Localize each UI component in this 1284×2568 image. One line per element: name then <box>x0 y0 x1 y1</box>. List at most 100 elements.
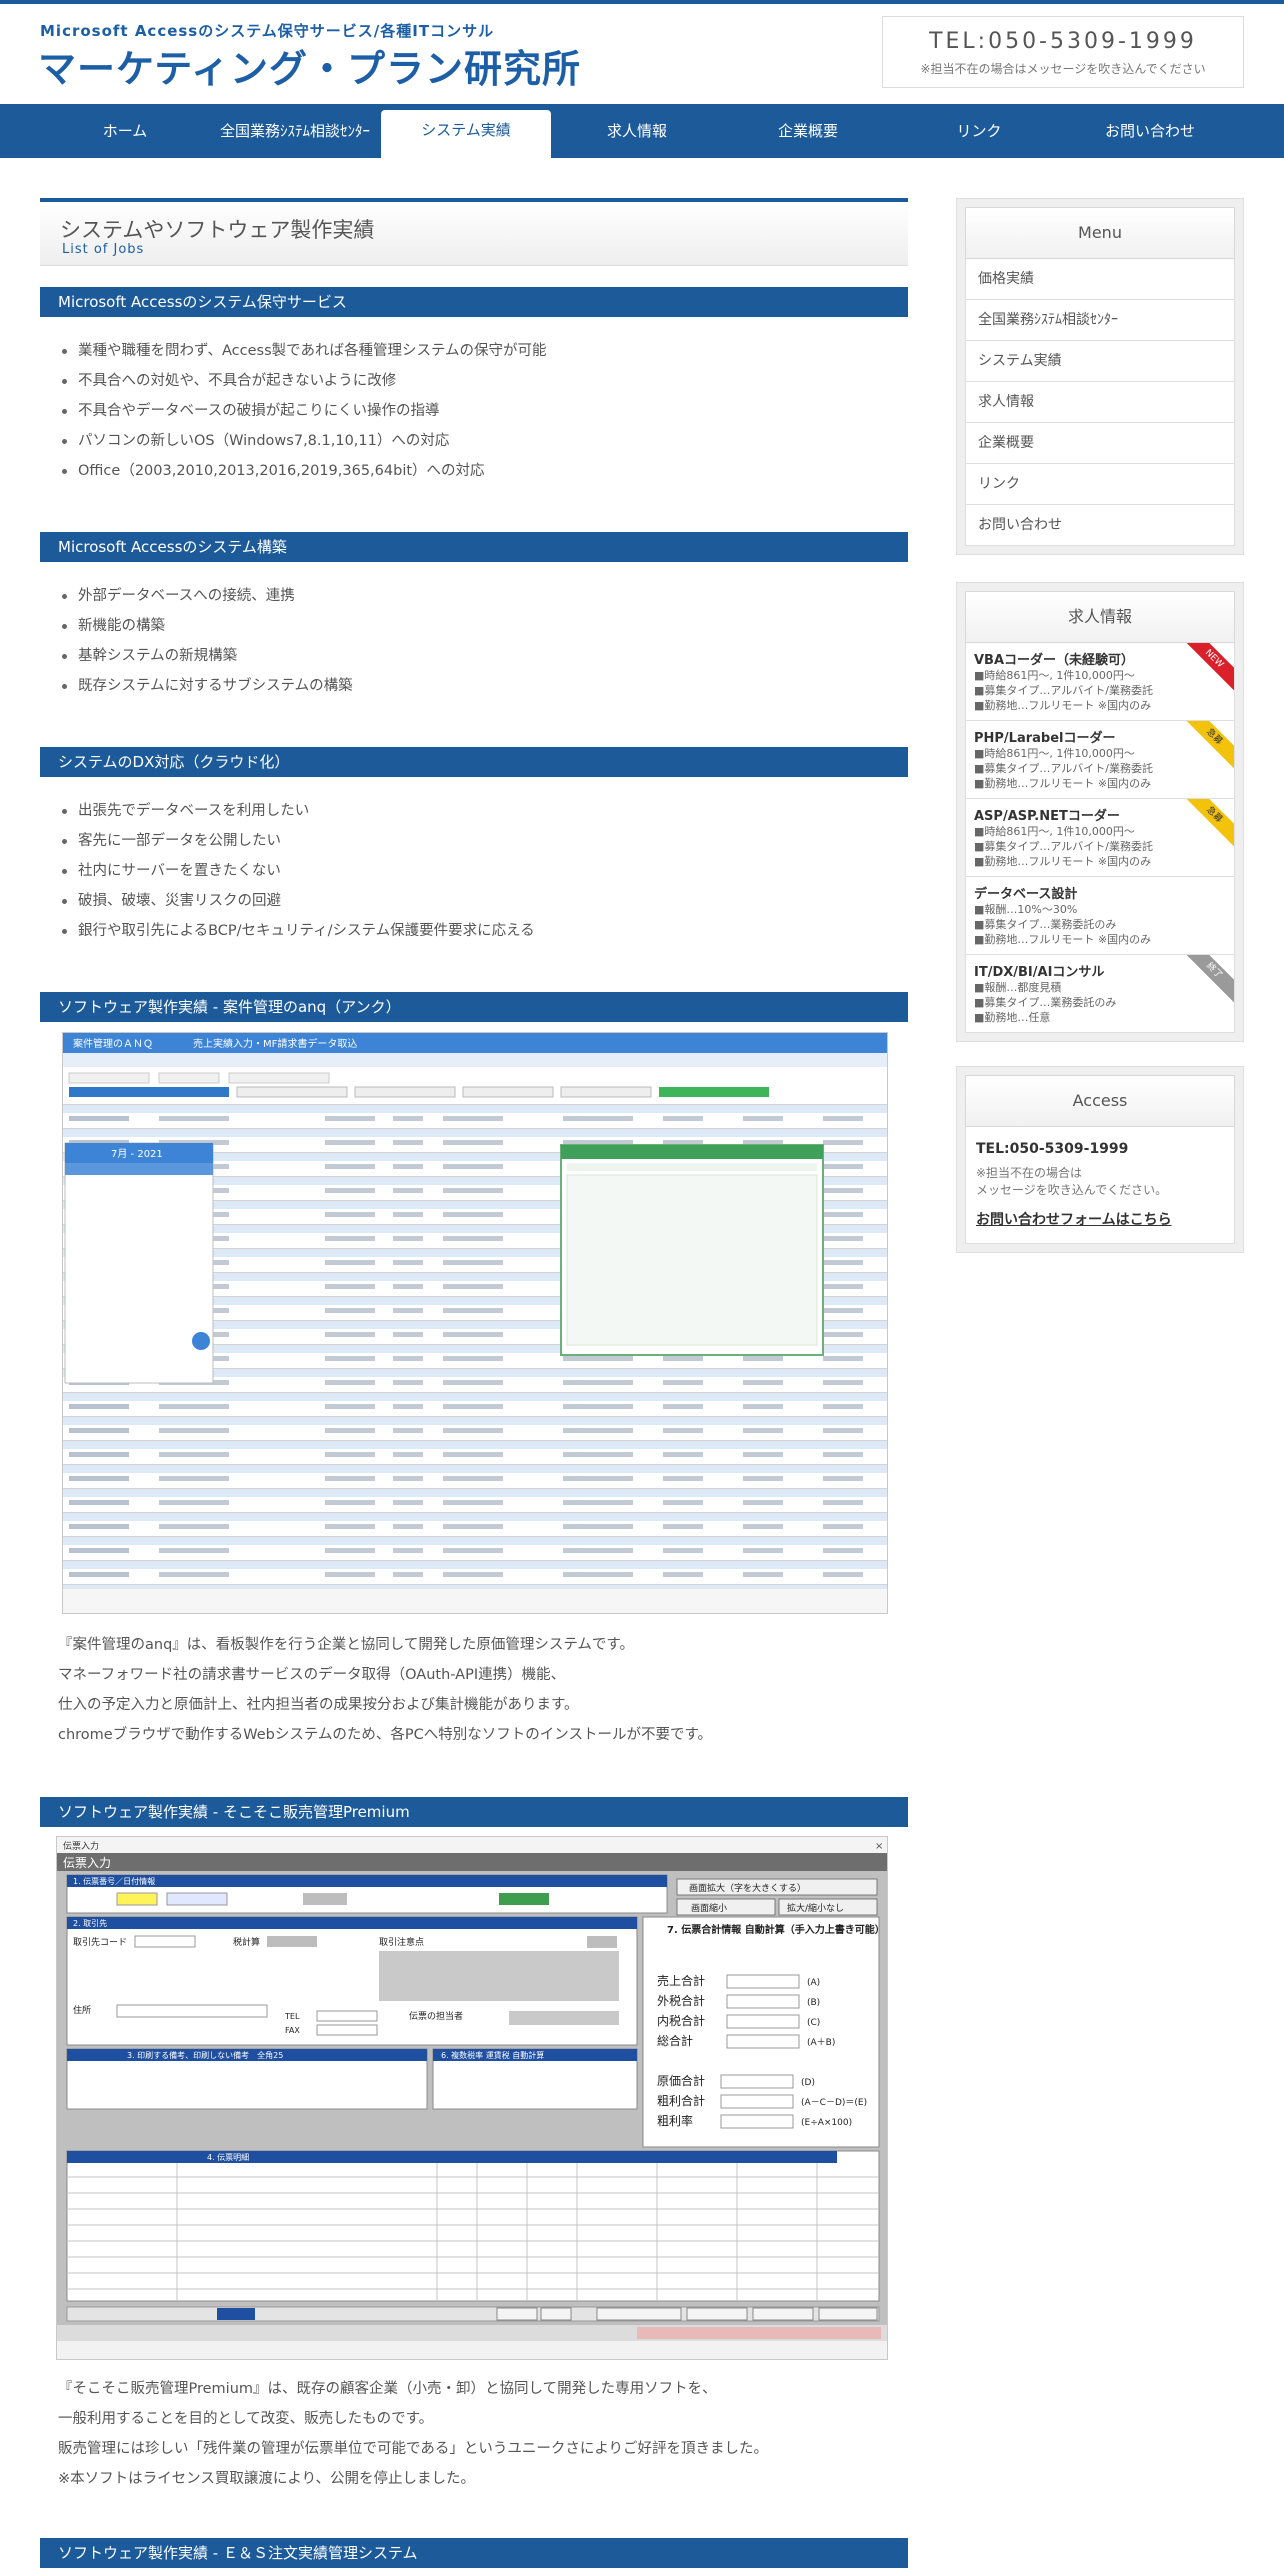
profit-label: 粗利合計 <box>657 2093 705 2108</box>
job-detail: ■勤務地…フルリモート ※国内のみ <box>974 933 1152 946</box>
sidebar-item-links[interactable]: リンク <box>965 464 1235 505</box>
sidebar-item-system-results[interactable]: システム実績 <box>965 341 1235 382</box>
list-item: パソコンの新しいOS（Windows7,8.1,10,11）への対応 <box>62 426 547 456</box>
sidebar-access-title: Access <box>965 1075 1235 1127</box>
job-detail: ■募集タイプ…業務委託のみ <box>974 996 1117 1009</box>
profit-code: (A－C－D)＝(E) <box>801 2098 867 2108</box>
form-header: 伝票入力 <box>63 1856 111 1870</box>
nav-system-results[interactable]: システム実績 <box>381 110 551 158</box>
job-detail: ■募集タイプ…アルバイト/業務委託 <box>974 684 1153 697</box>
sidebar-jobs-title: 求人情報 <box>965 591 1235 643</box>
site-logo[interactable]: マーケティング・プラン研究所 <box>38 38 581 93</box>
sidebar-item-company[interactable]: 企業概要 <box>965 423 1235 464</box>
description-line: 仕入の予定入力と原価計上、社内担当者の成果按分および集計機能があります。 <box>58 1697 579 1713</box>
field-label: TEL <box>284 2012 300 2021</box>
header-tel: TEL:050-5309-1999 <box>929 29 1197 54</box>
section-heading: システムのDX対応（クラウド化） <box>40 747 908 777</box>
description-line: 『案件管理のanq』は、看板製作を行う企業と協同して開発した原価管理システムです… <box>58 1637 634 1653</box>
zoom-out-button[interactable]: 画面縮小 <box>691 1902 727 1914</box>
access-note: ※担当不在の場合は <box>976 1166 1083 1180</box>
description-line: 『そこそこ販売管理Premium』は、既存の顧客企業（小売・卸）と協同して開発し… <box>58 2381 717 2397</box>
job-listing[interactable]: IT/DX/BI/AIコンサル ■報酬…都度見積 ■募集タイプ…業務委託のみ ■… <box>965 955 1235 1033</box>
job-title: PHP/Larabelコーダー <box>974 731 1116 746</box>
nav-jobs[interactable]: 求人情報 <box>552 104 722 158</box>
window-close-icon[interactable]: × <box>875 1841 883 1852</box>
sokoso-description: 『そこそこ販売管理Premium』は、既存の顧客企業（小売・卸）と協同して開発し… <box>58 2374 768 2494</box>
list-item: 新機能の構築 <box>62 611 353 641</box>
list-item: 不具合への対処や、不具合が起きないように改修 <box>62 366 547 396</box>
nav-home[interactable]: ホーム <box>40 104 210 158</box>
job-detail: ■募集タイプ…業務委託のみ <box>974 918 1117 931</box>
nav-links[interactable]: リンク <box>894 104 1064 158</box>
job-detail: ■報酬…10%～30% <box>974 903 1078 916</box>
sidebar-access: Access TEL:050-5309-1999 ※担当不在の場合は メッセージ… <box>956 1066 1244 1253</box>
page-subtitle: List of Jobs <box>62 242 145 257</box>
total-code: (B) <box>807 1998 820 2008</box>
contact-form-link[interactable]: お問い合わせフォームはこちら <box>976 1209 1224 1229</box>
job-title: データベース設計 <box>974 887 1078 902</box>
anq-screenshot: 案件管理のＡＮＱ 売上実績入力・MF請求書データ取込 7月 - 2021 <box>62 1032 888 1614</box>
bullet-list: 出張先でデータベースを利用したい 客先に一部データを公開したい 社内にサーバーを… <box>62 796 535 946</box>
description-line: マネーフォワード社の請求書サービスのデータ取得（OAuth-API連携）機能、 <box>58 1667 566 1683</box>
list-item: 出張先でデータベースを利用したい <box>62 796 535 826</box>
field-label: 税計算 <box>233 1936 260 1948</box>
total-label: 内税合計 <box>657 2013 705 2028</box>
top-accent-line <box>0 0 1284 4</box>
description-line: chromeブラウザで動作するWebシステムのため、各PCへ特別なソフトのインス… <box>58 1727 713 1743</box>
list-item: 破損、破壊、災害リスクの回避 <box>62 886 535 916</box>
profit-code: (D) <box>801 2078 815 2088</box>
job-detail: ■勤務地…フルリモート ※国内のみ <box>974 777 1152 790</box>
total-code: (A) <box>807 1978 820 1988</box>
profit-code: (E÷A×100) <box>801 2118 852 2128</box>
sidebar-jobs: 求人情報 VBAコーダー（未経験可） ■時給861円～, 1件10,000円～ … <box>956 582 1244 1042</box>
calendar-month: 7月 - 2021 <box>111 1148 163 1160</box>
list-item: 基幹システムの新規構築 <box>62 641 353 671</box>
list-item: 既存システムに対するサブシステムの構築 <box>62 671 353 701</box>
sidebar-menu-title: Menu <box>965 207 1235 259</box>
field-label: 取引注意点 <box>379 1936 424 1948</box>
field-label: 取引先コード <box>73 1936 127 1948</box>
total-label: 売上合計 <box>657 1973 705 1988</box>
nav-contact[interactable]: お問い合わせ <box>1065 104 1235 158</box>
access-body: TEL:050-5309-1999 ※担当不在の場合は メッセージを吹き込んでく… <box>965 1127 1235 1244</box>
total-label: 外税合計 <box>657 1993 705 2008</box>
nav-company[interactable]: 企業概要 <box>723 104 893 158</box>
field-label: 住所 <box>73 2004 91 2016</box>
total-code: (A＋B) <box>807 2037 835 2048</box>
field-label: FAX <box>285 2026 300 2035</box>
calendar-popup: 7月 - 2021 <box>64 1142 214 1384</box>
sidebar-item-consult-center[interactable]: 全国業務ｼｽﾃﾑ相談ｾﾝﾀｰ <box>965 300 1235 341</box>
list-item: 銀行や取引先によるBCP/セキュリティ/システム保護要件要求に応える <box>62 916 535 946</box>
job-detail: ■報酬…都度見積 <box>974 981 1062 994</box>
sidebar-item-pricing[interactable]: 価格実績 <box>965 259 1235 300</box>
window-title: 伝票入力 <box>63 1840 99 1852</box>
job-listing[interactable]: データベース設計 ■報酬…10%～30% ■募集タイプ…業務委託のみ ■勤務地…… <box>965 877 1235 955</box>
job-detail: ■時給861円～, 1件10,000円～ <box>974 669 1135 682</box>
sidebar-item-jobs[interactable]: 求人情報 <box>965 382 1235 423</box>
zoom-in-button[interactable]: 画面拡大（字を大きくする） <box>689 1882 806 1894</box>
sidebar-item-contact[interactable]: お問い合わせ <box>965 505 1235 546</box>
section-heading: ソフトウェア製作実績 - 案件管理のanq（アンク） <box>40 992 908 1022</box>
job-detail: ■募集タイプ…アルバイト/業務委託 <box>974 840 1153 853</box>
job-listing[interactable]: ASP/ASP.NETコーダー ■時給861円～, 1件10,000円～ ■募集… <box>965 799 1235 877</box>
anq-app-title: 案件管理のＡＮＱ <box>73 1037 153 1050</box>
panel-title: 7. 伝票合計情報 自動計算（手入力上書き可能） <box>667 1923 885 1936</box>
list-item: 外部データベースへの接続、連携 <box>62 581 353 611</box>
section-heading: ソフトウェア製作実績 - Ｅ＆Ｓ注文実績管理システム <box>40 2538 908 2568</box>
list-item: 社内にサーバーを置きたくない <box>62 856 535 886</box>
sokoso-screenshot-graphic: 伝票入力 × 伝票入力 1. 伝票番号／日付情報 画面拡大（字を大きくする） 画… <box>57 1837 887 2359</box>
job-detail: ■時給861円～, 1件10,000円～ <box>974 825 1135 838</box>
job-detail: ■勤務地…フルリモート ※国内のみ <box>974 699 1152 712</box>
section-heading: ソフトウェア製作実績 - そこそこ販売管理Premium <box>40 1797 908 1827</box>
panel-title: 2. 取引先 <box>73 1918 107 1928</box>
header-tel-note: ※担当不在の場合はメッセージを吹き込んでください <box>920 62 1206 76</box>
list-item: Office（2003,2010,2013,2016,2019,365,64bi… <box>62 456 547 486</box>
nav-consult-center[interactable]: 全国業務ｼｽﾃﾑ相談ｾﾝﾀｰ <box>210 104 380 158</box>
profit-label: 原価合計 <box>657 2073 705 2088</box>
no-zoom-button[interactable]: 拡大/縮小なし <box>787 1902 844 1914</box>
job-detail: ■募集タイプ…アルバイト/業務委託 <box>974 762 1153 775</box>
total-label: 総合計 <box>657 2033 693 2048</box>
page-title-box: システムやソフトウェア製作実績 List of Jobs <box>40 198 908 266</box>
job-listing[interactable]: PHP/Larabelコーダー ■時給861円～, 1件10,000円～ ■募集… <box>965 721 1235 799</box>
job-listing[interactable]: VBAコーダー（未経験可） ■時給861円～, 1件10,000円～ ■募集タイ… <box>965 643 1235 721</box>
